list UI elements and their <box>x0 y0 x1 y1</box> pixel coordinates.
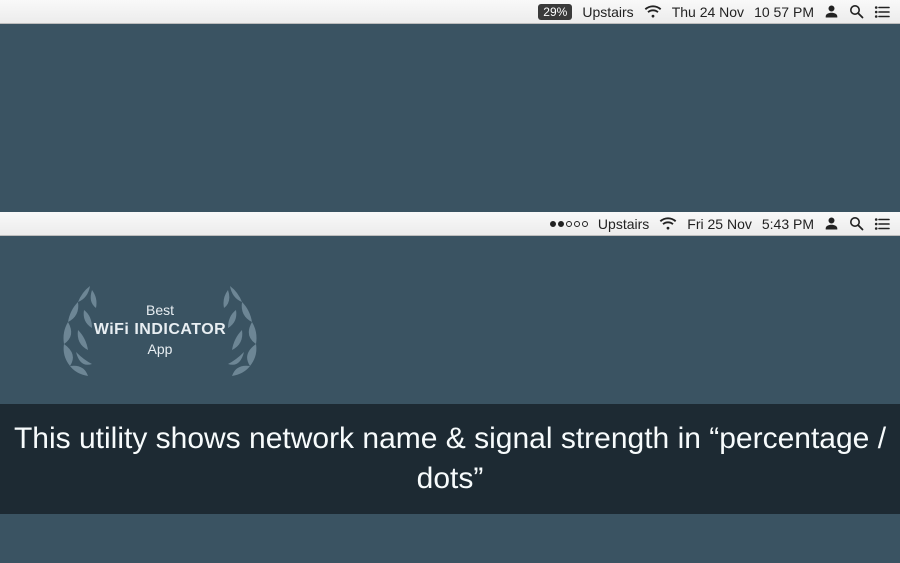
wifi-icon[interactable] <box>644 5 662 19</box>
spotlight-search-icon[interactable] <box>849 216 864 231</box>
laurel-left-icon <box>44 280 104 380</box>
menubar-dots: Upstairs Fri 25 Nov 5:43 PM <box>0 212 900 236</box>
caption-bar: This utility shows network name & signal… <box>0 404 900 514</box>
time-text: 5:43 PM <box>762 216 814 232</box>
date-text: Fri 25 Nov <box>687 216 752 232</box>
signal-dots-indicator[interactable] <box>550 221 588 227</box>
network-name[interactable]: Upstairs <box>582 4 633 20</box>
menubar-percentage: 29% Upstairs Thu 24 Nov 10 57 PM <box>0 0 900 24</box>
signal-dot-4 <box>574 221 580 227</box>
time-text: 10 57 PM <box>754 4 814 20</box>
spotlight-search-icon[interactable] <box>849 4 864 19</box>
wifi-icon[interactable] <box>659 217 677 231</box>
award-line3: App <box>94 340 226 358</box>
award-text: Best WiFi INDICATOR App <box>94 301 226 358</box>
signal-percentage-badge[interactable]: 29% <box>538 4 572 20</box>
award-line2: WiFi INDICATOR <box>94 320 226 341</box>
notification-center-icon[interactable] <box>874 5 890 19</box>
award-badge: Best WiFi INDICATOR App <box>50 280 270 380</box>
user-icon[interactable] <box>824 216 839 231</box>
caption-text: This utility shows network name & signal… <box>10 419 890 500</box>
user-icon[interactable] <box>824 4 839 19</box>
signal-dot-2 <box>558 221 564 227</box>
award-line2-rest: INDICATOR <box>134 321 226 338</box>
network-name[interactable]: Upstairs <box>598 216 649 232</box>
signal-dot-5 <box>582 221 588 227</box>
signal-dot-1 <box>550 221 556 227</box>
award-line1: Best <box>94 301 226 319</box>
notification-center-icon[interactable] <box>874 217 890 231</box>
signal-dot-3 <box>566 221 572 227</box>
date-text: Thu 24 Nov <box>672 4 744 20</box>
laurel-right-icon <box>216 280 276 380</box>
